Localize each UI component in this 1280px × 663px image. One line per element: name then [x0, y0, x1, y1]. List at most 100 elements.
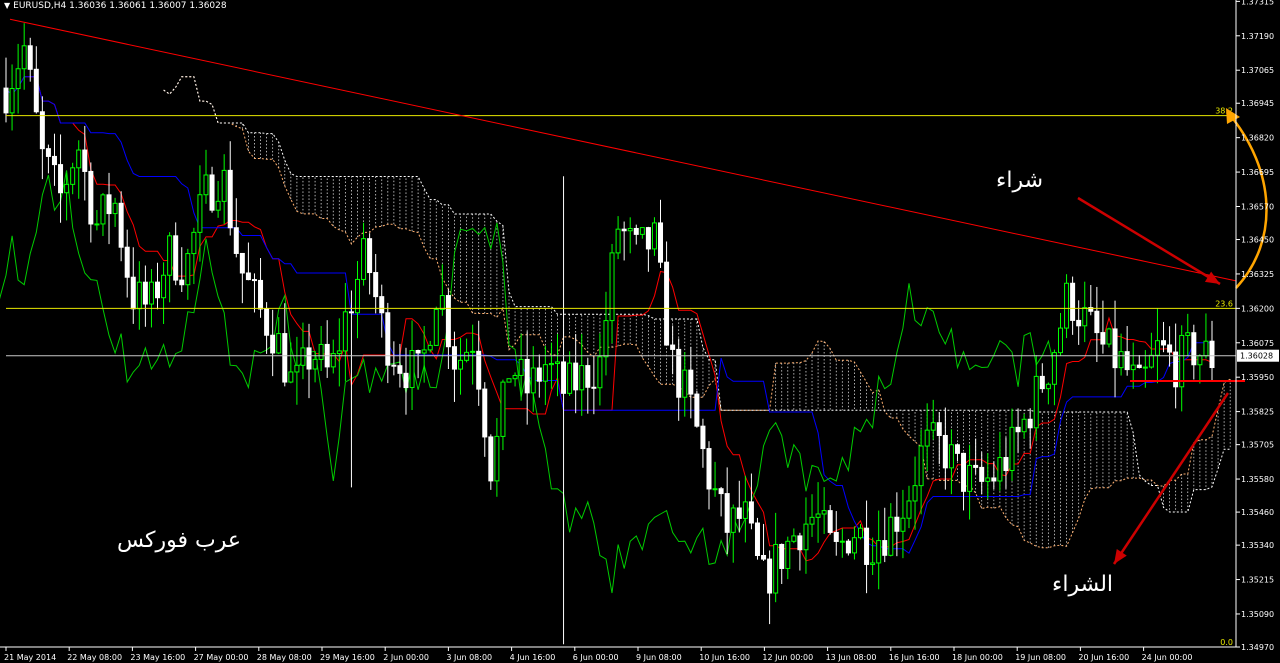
candle-body	[1082, 307, 1088, 327]
candle-body	[348, 311, 354, 314]
brand-watermark: عرب فوركس	[117, 528, 241, 553]
candle-body	[748, 501, 754, 524]
candle-body	[682, 369, 688, 398]
candle-body	[403, 372, 409, 389]
candle-body	[470, 350, 476, 353]
candle-body	[1003, 457, 1009, 471]
x-tick-label: 12 Jun 00:00	[762, 653, 813, 662]
price-chart[interactable]: 38.223.60.0 1.373151.371901.370651.36945…	[0, 0, 1280, 663]
x-tick-label: 16 Jun 16:00	[889, 653, 940, 662]
x-tick-label: 24 Jun 00:00	[1142, 653, 1193, 662]
candle-body	[1027, 418, 1033, 429]
candle-body	[318, 343, 324, 360]
candle-body	[839, 540, 845, 543]
chart-background	[0, 0, 1280, 663]
y-tick-label: 1.37315	[1241, 0, 1274, 6]
candle-body	[706, 448, 712, 490]
candle-body	[542, 364, 548, 382]
candle-body	[1167, 344, 1173, 353]
candle-body	[579, 365, 585, 391]
candle-body	[573, 362, 579, 391]
candle-body	[924, 429, 930, 447]
candle-body	[197, 194, 203, 233]
candle-body	[530, 367, 536, 394]
candle-body	[1015, 426, 1021, 433]
candle-body	[621, 228, 627, 232]
candle-body	[167, 235, 173, 276]
candle-body	[767, 558, 773, 594]
candle-body	[1142, 366, 1148, 369]
x-tick-label: 3 Jun 08:00	[446, 653, 492, 662]
candle-body	[94, 223, 100, 226]
candle-body	[918, 445, 924, 487]
candle-body	[694, 393, 700, 427]
candle-body	[27, 45, 33, 70]
candle-body	[973, 464, 979, 468]
x-tick-label: 22 May 08:00	[67, 653, 122, 662]
candle-body	[1057, 327, 1063, 354]
candle-body	[876, 540, 882, 564]
candle-body	[651, 222, 657, 250]
candle-body	[379, 296, 385, 314]
candle-body	[270, 334, 276, 354]
candle-body	[1094, 310, 1100, 334]
candle-body	[912, 485, 918, 502]
candle-body	[245, 272, 251, 281]
candle-body	[64, 183, 70, 194]
candle-body	[1106, 328, 1112, 345]
candle-body	[215, 200, 221, 211]
candle-body	[33, 68, 39, 113]
y-tick-label: 1.36695	[1241, 168, 1274, 177]
candle-body	[361, 238, 367, 280]
candle-body	[1033, 375, 1039, 429]
candle-body	[809, 516, 815, 525]
candle-body	[221, 169, 227, 202]
x-tick-label: 29 May 16:00	[320, 653, 375, 662]
candle-body	[991, 477, 997, 482]
candle-body	[554, 361, 560, 365]
candle-body	[785, 540, 791, 569]
candle-body	[1051, 352, 1057, 385]
x-tick-label: 2 Jun 00:00	[383, 653, 429, 662]
candle-body	[415, 350, 421, 354]
candle-body	[239, 252, 245, 274]
candle-body	[591, 386, 597, 389]
candle-body	[845, 540, 851, 554]
candle-body	[354, 278, 360, 314]
candle-body	[82, 149, 88, 172]
menu-triangle-icon[interactable]: ▼	[4, 1, 10, 10]
candle-body	[967, 464, 973, 492]
y-tick-label: 1.35215	[1241, 576, 1274, 585]
candle-body	[645, 227, 651, 250]
candle-body	[373, 272, 379, 298]
candle-body	[233, 227, 239, 254]
candle-body	[821, 510, 827, 515]
candle-body	[1203, 340, 1209, 357]
candle-body	[282, 333, 288, 383]
x-tick-label: 6 Jun 00:00	[573, 653, 619, 662]
candle-body	[488, 436, 494, 482]
candle-body	[700, 425, 706, 450]
candle-body	[1070, 282, 1076, 321]
candle-body	[736, 507, 742, 519]
candle-body	[742, 501, 748, 519]
symbol-label: EURUSD,H4	[13, 1, 67, 11]
candle-body	[112, 202, 118, 215]
candle-body	[1136, 364, 1142, 368]
candle-body	[1197, 355, 1203, 366]
y-tick-label: 1.36450	[1241, 236, 1274, 245]
candle-body	[561, 361, 567, 394]
candle-body	[900, 517, 906, 532]
candle-body	[312, 358, 318, 370]
candle-body	[161, 274, 167, 299]
y-tick-label: 1.35090	[1241, 610, 1274, 619]
candle-body	[1191, 332, 1197, 366]
candle-body	[1100, 332, 1106, 345]
candle-body	[1185, 332, 1191, 336]
candle-body	[494, 435, 500, 482]
candle-body	[185, 253, 191, 286]
y-tick-label: 1.37065	[1241, 66, 1274, 75]
candle-body	[615, 228, 621, 254]
buy-label: شراء	[996, 168, 1044, 193]
candle-body	[21, 45, 27, 70]
